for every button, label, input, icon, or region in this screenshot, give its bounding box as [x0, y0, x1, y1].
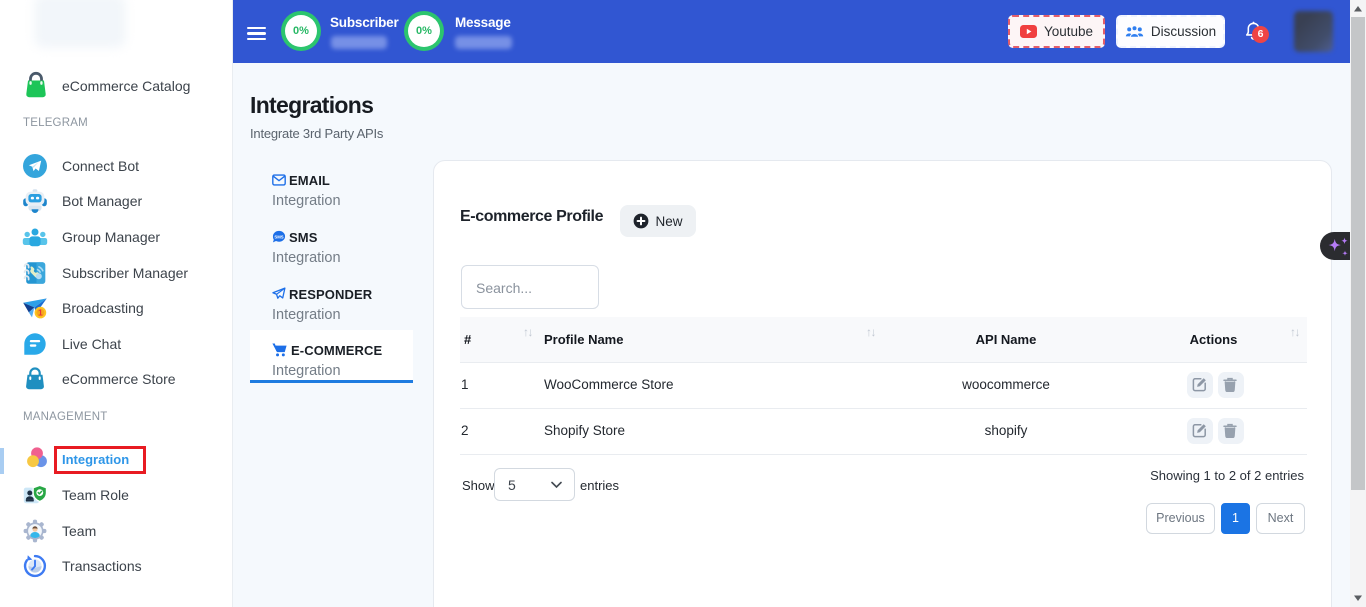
svg-text:SMS: SMS [274, 234, 283, 239]
svg-text:1: 1 [38, 308, 43, 318]
